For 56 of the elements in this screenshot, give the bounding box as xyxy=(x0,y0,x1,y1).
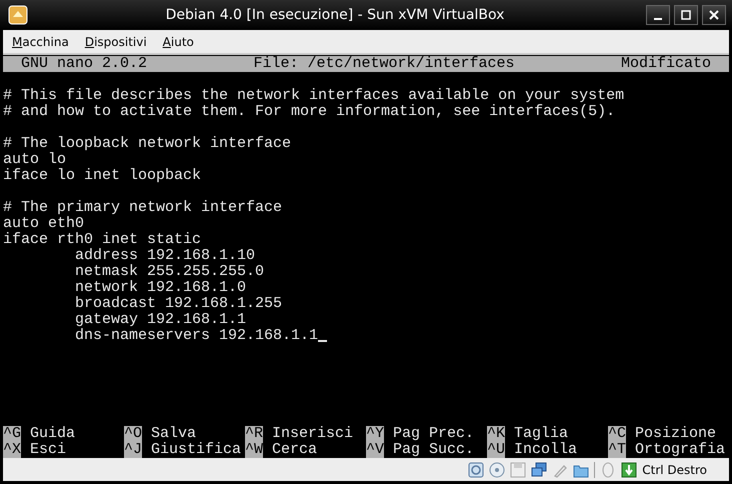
code-line: netmask 255.255.255.0 xyxy=(75,263,264,280)
maximize-icon xyxy=(681,10,691,20)
shortcut-key: ^C xyxy=(608,426,626,442)
code-line: # The loopback network interface xyxy=(3,135,292,152)
code-line: auto eth0 xyxy=(3,215,84,232)
minimize-button[interactable] xyxy=(646,5,670,25)
shortcut-label: Pag Prec. xyxy=(393,426,474,442)
window-title: Debian 4.0 [In esecuzione] - Sun xVM VirtualBox xyxy=(164,7,506,23)
shortcut-key: ^T xyxy=(608,442,626,458)
shortcut-label: Giustifica xyxy=(151,442,242,458)
code-line: dns-nameservers 192.168.1.1 xyxy=(75,327,318,344)
code-line: iface lo inet loopback xyxy=(3,167,202,184)
code-line: iface rth0 inet static xyxy=(3,231,202,248)
minimize-icon xyxy=(654,18,662,20)
close-icon xyxy=(709,10,719,20)
code-line: # This file describes the network interfaces available on your system xyxy=(3,87,624,104)
shortcut-label: Inserisci xyxy=(272,426,354,442)
shortcut-label: Incolla xyxy=(514,442,578,458)
shortcut-label: Pag Succ. xyxy=(393,442,474,458)
editor-version: GNU nano 2.0.2 xyxy=(21,56,148,72)
host-key-label: Ctrl Destro xyxy=(642,462,707,476)
shortcut-key: ^J xyxy=(124,442,142,458)
code-line: address 192.168.1.10 xyxy=(75,247,256,264)
code-line: network 192.168.1.0 xyxy=(75,279,246,296)
app-icon xyxy=(8,5,28,25)
shortcut-label: Cerca xyxy=(272,442,318,458)
network-icon[interactable] xyxy=(531,462,548,478)
code-line: # The primary network interface xyxy=(3,199,282,216)
disc-icon[interactable] xyxy=(489,462,506,478)
code-line: broadcast 192.168.1.255 xyxy=(75,295,282,312)
code-line: # and how to activate them. For more information, see interfaces(5). xyxy=(3,103,616,120)
shortcut-label: Posizione xyxy=(635,426,716,442)
menu-item[interactable]: Dispositivi xyxy=(84,34,147,48)
shortcut-key: ^U xyxy=(487,442,506,458)
shortcut-key: ^R xyxy=(245,426,264,442)
shortcut-label: Taglia xyxy=(514,426,568,442)
shortcut-label: Ortografia xyxy=(635,442,726,458)
maximize-button[interactable] xyxy=(674,5,698,25)
file-name: File: /etc/network/interfaces xyxy=(253,56,515,72)
code-line: gateway 192.168.1.1 xyxy=(75,311,246,328)
shortcut-key: ^K xyxy=(487,426,506,442)
shortcut-key: ^X xyxy=(3,442,22,458)
shortcut-key: ^G xyxy=(3,426,22,442)
shortcut-key: ^O xyxy=(124,426,142,442)
shortcut-key: ^V xyxy=(366,442,384,458)
close-button[interactable] xyxy=(702,5,726,25)
shortcut-label: Esci xyxy=(30,442,66,458)
shortcut-key: ^Y xyxy=(366,426,384,442)
shortcut-key: ^W xyxy=(245,442,264,458)
menu-item[interactable]: Aiuto xyxy=(162,34,194,48)
shortcut-label: Salva xyxy=(151,426,196,442)
arrow-down-icon[interactable] xyxy=(621,462,638,478)
shortcut-label: Guida xyxy=(30,426,76,442)
modified-status: Modificato xyxy=(620,56,711,72)
menu-item[interactable]: Macchina xyxy=(12,34,69,48)
code-line: auto lo xyxy=(3,151,66,168)
